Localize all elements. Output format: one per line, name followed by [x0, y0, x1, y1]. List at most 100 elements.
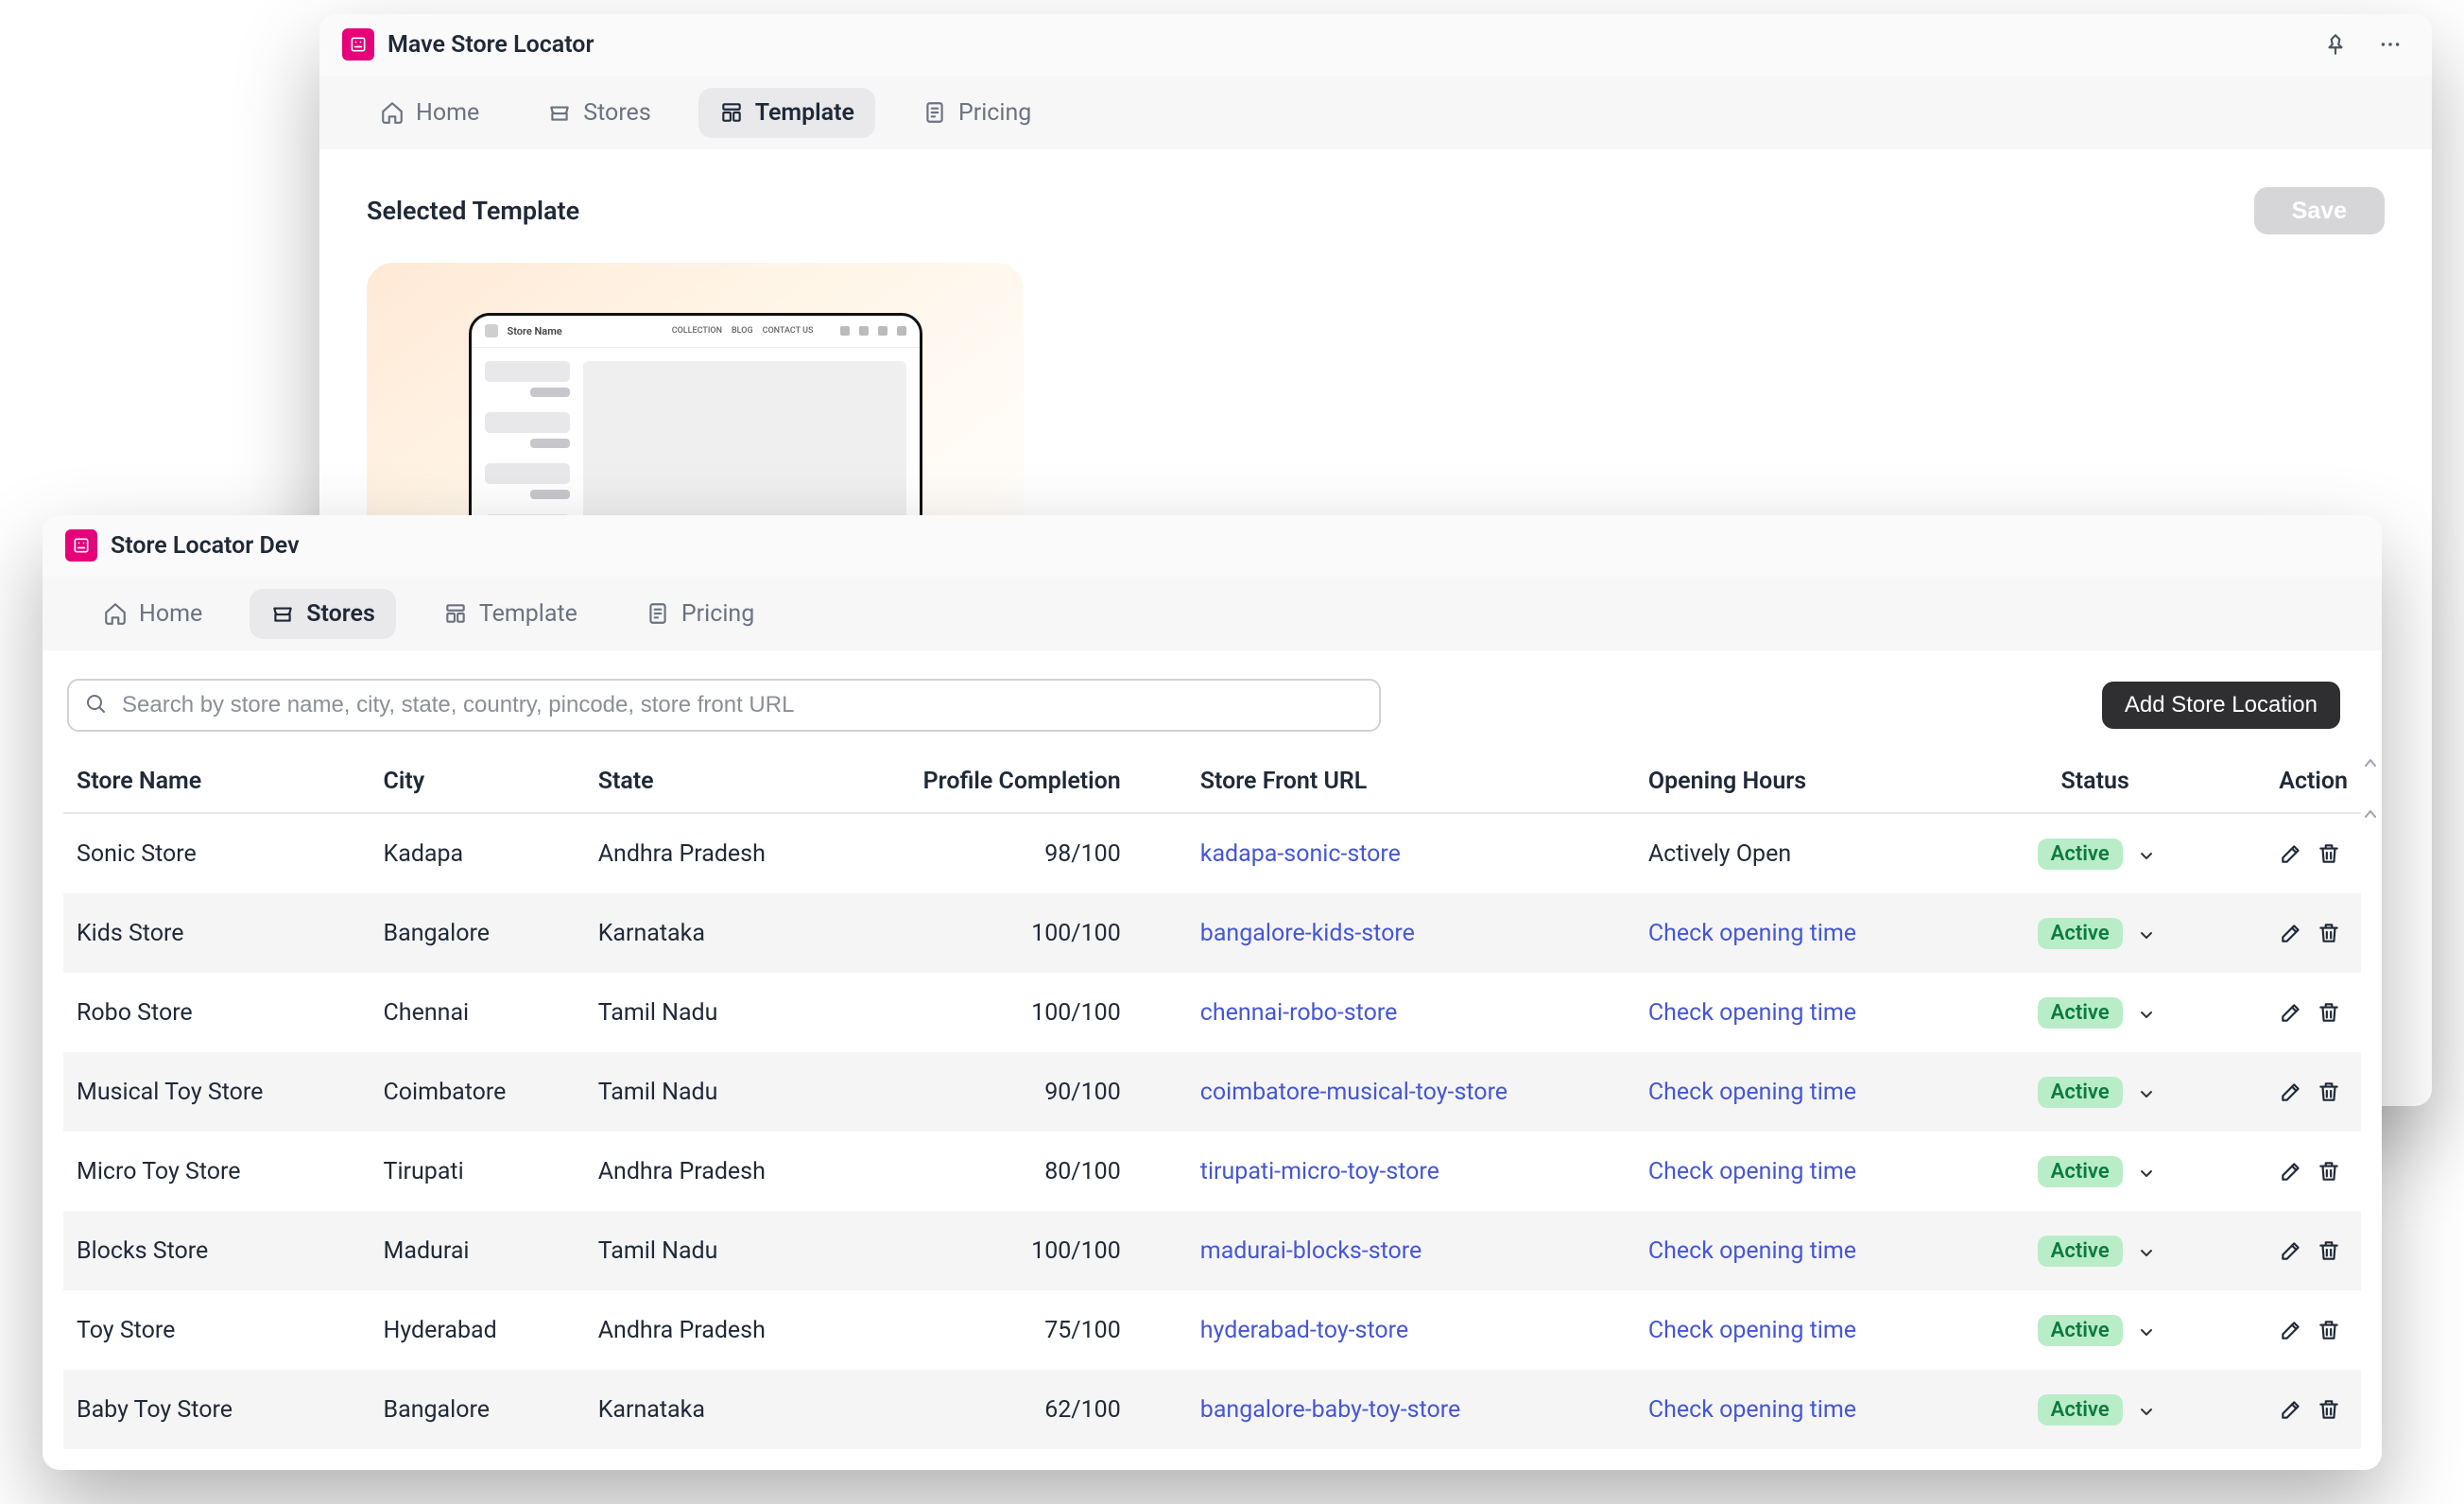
store-front-url-link[interactable]: hyderabad-toy-store: [1200, 1317, 1408, 1344]
cell-action: [2208, 1211, 2361, 1290]
delete-button[interactable]: [2310, 1073, 2348, 1111]
check-opening-time-link[interactable]: Check opening time: [1648, 920, 1856, 947]
preview-nav: BLOG: [732, 326, 753, 336]
col-state: State: [585, 751, 892, 813]
delete-button[interactable]: [2310, 994, 2348, 1031]
delete-button[interactable]: [2310, 1311, 2348, 1349]
pricing-icon: [646, 601, 670, 626]
check-opening-time-link[interactable]: Check opening time: [1648, 1158, 1856, 1185]
table-header-row: Store Name City State Profile Completion…: [63, 751, 2361, 813]
preview-nav: COLLECTION: [672, 326, 722, 336]
cell-url: mysuru-deddy-store: [1134, 1449, 1635, 1470]
store-front-url-link[interactable]: madurai-blocks-store: [1200, 1237, 1422, 1265]
preview-store-name: Store Name: [508, 325, 562, 337]
status-dropdown[interactable]: [2140, 1327, 2153, 1337]
status-dropdown[interactable]: [2140, 1168, 2153, 1178]
cell-profile-completion: 62/100: [891, 1370, 1134, 1449]
edit-button[interactable]: [2272, 914, 2310, 952]
cell-profile-completion: 98/100: [891, 813, 1134, 893]
status-dropdown[interactable]: [2140, 1407, 2153, 1416]
cell-action: [2208, 813, 2361, 893]
tab-pricing[interactable]: Pricing: [625, 589, 775, 639]
app-title: Mave Store Locator: [388, 31, 594, 59]
cell-url: bangalore-kids-store: [1134, 893, 1635, 973]
cell-state: Andhra Pradesh: [585, 1290, 892, 1370]
tab-pricing[interactable]: Pricing: [902, 88, 1052, 138]
status-badge: Active: [2038, 918, 2123, 949]
store-front-url-link[interactable]: coimbatore-musical-toy-store: [1200, 1079, 1508, 1106]
edit-button[interactable]: [2272, 1311, 2310, 1349]
preview-logo-icon: [485, 324, 498, 337]
more-icon[interactable]: [2371, 26, 2409, 63]
save-button[interactable]: Save: [2254, 187, 2385, 234]
tab-home[interactable]: Home: [82, 589, 223, 639]
check-opening-time-link[interactable]: Check opening time: [1648, 1237, 1856, 1265]
edit-button[interactable]: [2272, 1152, 2310, 1190]
table-row: Robo StoreChennaiTamil Nadu100/100chenna…: [63, 973, 2361, 1052]
status-badge: Active: [2038, 997, 2123, 1029]
delete-button[interactable]: [2310, 835, 2348, 873]
status-dropdown[interactable]: [2140, 930, 2153, 940]
app-logo-icon: [65, 529, 97, 562]
cell-city: Kadapa: [370, 813, 585, 893]
tab-label: Pricing: [681, 600, 754, 628]
cell-state: Tamil Nadu: [585, 1052, 892, 1132]
table-row: Baby Toy StoreBangaloreKarnataka62/100ba…: [63, 1370, 2361, 1449]
scroll-indicators: [2365, 758, 2376, 819]
cell-url: coimbatore-musical-toy-store: [1134, 1052, 1635, 1132]
cell-state: Tamil Nadu: [585, 973, 892, 1052]
tab-home[interactable]: Home: [359, 88, 500, 138]
add-store-button[interactable]: Add Store Location: [2102, 682, 2340, 729]
stores-window: Store Locator Dev Home Stores Template P…: [43, 515, 2382, 1470]
edit-button[interactable]: [2272, 1073, 2310, 1111]
status-dropdown[interactable]: [2140, 1089, 2153, 1098]
col-action: Action: [2208, 751, 2361, 813]
col-city: City: [370, 751, 585, 813]
chevron-up-icon[interactable]: [2365, 809, 2376, 819]
cell-city: Bangalore: [370, 893, 585, 973]
app-title: Store Locator Dev: [111, 532, 300, 560]
check-opening-time-link[interactable]: Check opening time: [1648, 999, 1856, 1027]
delete-button[interactable]: [2310, 1232, 2348, 1270]
delete-button[interactable]: [2310, 914, 2348, 952]
cell-profile-completion: 100/100: [891, 973, 1134, 1052]
search-input[interactable]: [67, 679, 1381, 732]
store-front-url-link[interactable]: tirupati-micro-toy-store: [1200, 1158, 1439, 1185]
delete-button[interactable]: [2310, 1152, 2348, 1190]
col-profile-completion: Profile Completion: [891, 751, 1134, 813]
tabs-bar: Home Stores Template Pricing: [43, 577, 2382, 650]
tab-stores[interactable]: Stores: [250, 589, 396, 639]
check-opening-time-link[interactable]: Check opening time: [1648, 1079, 1856, 1106]
table-row: Musical Toy StoreCoimbatoreTamil Nadu90/…: [63, 1052, 2361, 1132]
store-front-url-link[interactable]: bangalore-kids-store: [1200, 920, 1415, 947]
edit-button[interactable]: [2272, 994, 2310, 1031]
edit-button[interactable]: [2272, 1391, 2310, 1428]
pin-icon[interactable]: [2317, 26, 2354, 63]
check-opening-time-link[interactable]: Check opening time: [1648, 1396, 1856, 1424]
status-dropdown[interactable]: [2140, 851, 2153, 860]
status-badge: Active: [2038, 1394, 2123, 1426]
cell-store-name: Musical Toy Store: [63, 1052, 370, 1132]
tab-template[interactable]: Template: [422, 589, 598, 639]
cell-action: [2208, 1370, 2361, 1449]
cell-city: Bangalore: [370, 1370, 585, 1449]
check-opening-time-link[interactable]: Check opening time: [1648, 1317, 1856, 1344]
cell-action: [2208, 1449, 2361, 1470]
delete-button[interactable]: [2310, 1391, 2348, 1428]
tab-template[interactable]: Template: [698, 88, 875, 138]
cell-url: chennai-robo-store: [1134, 973, 1635, 1052]
cell-status: Active: [1983, 1449, 2208, 1470]
status-dropdown[interactable]: [2140, 1248, 2153, 1257]
chevron-up-icon[interactable]: [2365, 758, 2376, 768]
cell-opening-hours: Check opening time: [1635, 1449, 1983, 1470]
cell-opening-hours: Actively Open: [1635, 813, 1983, 893]
store-front-url-link[interactable]: chennai-robo-store: [1200, 999, 1398, 1027]
store-front-url-link[interactable]: kadapa-sonic-store: [1200, 840, 1401, 868]
edit-button[interactable]: [2272, 835, 2310, 873]
cell-status: Active: [1983, 1290, 2208, 1370]
cell-city: Madurai: [370, 1211, 585, 1290]
store-front-url-link[interactable]: bangalore-baby-toy-store: [1200, 1396, 1460, 1424]
tab-stores[interactable]: Stores: [526, 88, 671, 138]
edit-button[interactable]: [2272, 1232, 2310, 1270]
status-dropdown[interactable]: [2140, 1010, 2153, 1019]
